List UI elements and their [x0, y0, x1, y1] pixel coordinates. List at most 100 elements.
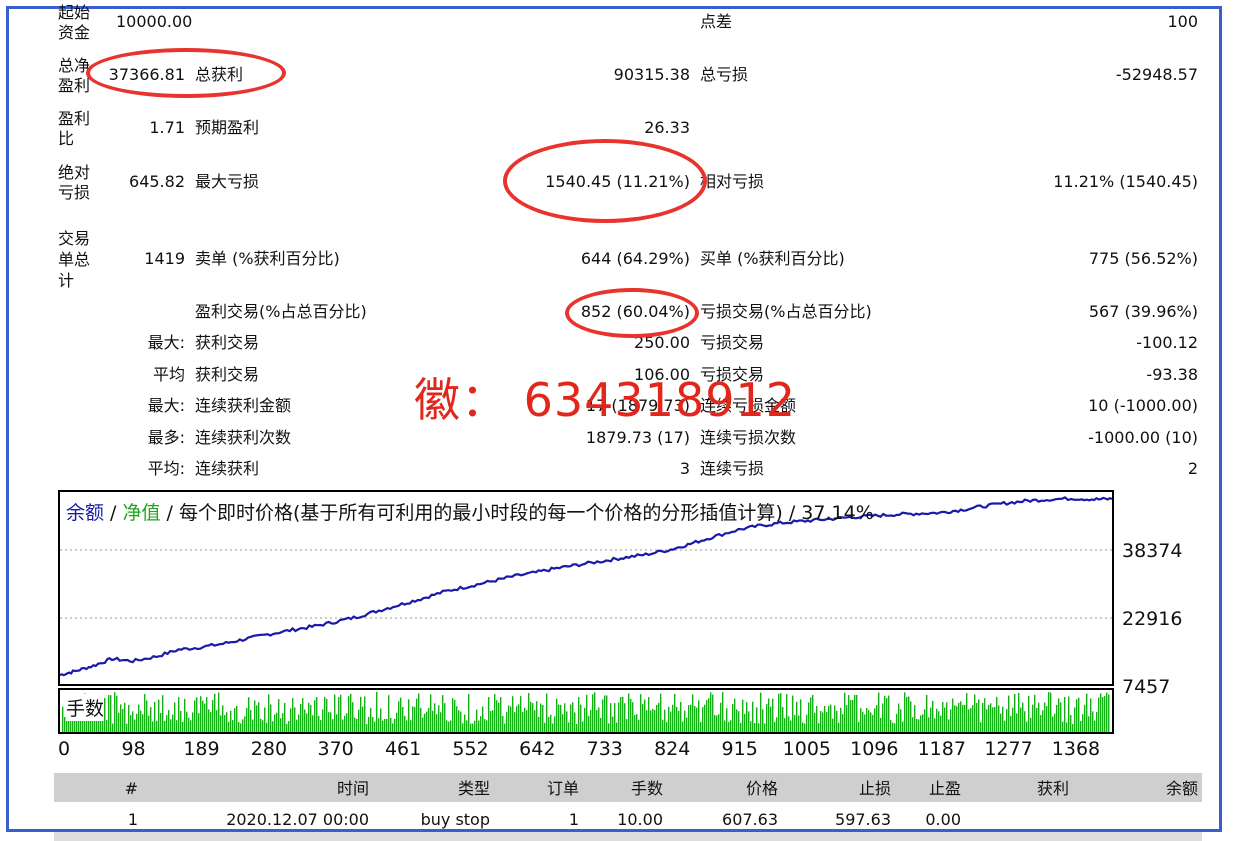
- volume-bar: [808, 702, 810, 732]
- volume-bar: [114, 692, 116, 732]
- volume-bar: [512, 696, 514, 732]
- largest-loss-value: -100.12: [1136, 333, 1198, 352]
- volume-bar: [566, 711, 568, 732]
- volume-bar: [288, 721, 290, 732]
- volume-bar: [862, 711, 864, 732]
- volume-bar: [616, 722, 618, 732]
- volume-bar: [492, 710, 494, 732]
- volume-bar: [1060, 702, 1062, 732]
- volume-bar: [920, 715, 922, 732]
- volume-bar: [468, 693, 470, 732]
- volume-bar: [208, 709, 210, 732]
- volume-bar: [516, 706, 518, 732]
- volume-bar: [978, 699, 980, 732]
- volume-bar: [842, 714, 844, 732]
- table-row-stripe: [54, 832, 1202, 841]
- spread-label: 点差: [700, 12, 733, 31]
- volume-bar: [412, 706, 414, 732]
- volume-bar: [900, 709, 902, 732]
- volume-bar: [216, 710, 218, 732]
- volume-bar: [510, 706, 512, 732]
- volume-bar: [888, 695, 890, 732]
- abs-drawdown-label-line1: 绝对: [58, 163, 91, 182]
- volume-bar: [838, 722, 840, 732]
- chart-legend: 余额 / 净值 / 每个即时价格(基于所有可利用的最小时段的每一个价格的分形插值…: [66, 498, 874, 525]
- volume-bar: [768, 698, 770, 732]
- volume-bar: [384, 718, 386, 732]
- volume-bar: [280, 718, 282, 732]
- volume-bar: [1040, 715, 1042, 732]
- volume-bar: [368, 716, 370, 732]
- volume-bar: [276, 712, 278, 732]
- profit-trades-label: 盈利交易(%占总百分比): [195, 302, 367, 321]
- volume-bar: [1010, 715, 1012, 732]
- volume-bar: [632, 702, 634, 732]
- volume-bar: [432, 710, 434, 732]
- max-consec-prefix: 最大:: [147, 396, 185, 415]
- volume-bar: [356, 719, 358, 732]
- volume-bar: [1068, 696, 1070, 732]
- volume-bar: [554, 716, 556, 732]
- maximal-consec-profit-label: 连续获利次数: [195, 428, 292, 447]
- volume-bar: [152, 721, 154, 732]
- volume-bar: [846, 705, 848, 732]
- volume-bar: [326, 698, 328, 732]
- volume-bar: [602, 699, 604, 732]
- volume-bar: [658, 702, 660, 732]
- volume-bar: [908, 696, 910, 732]
- volume-bar: [744, 713, 746, 732]
- largest-loss-label: 亏损交易: [700, 333, 765, 352]
- volume-bar: [724, 720, 726, 732]
- volume-bar: [886, 698, 888, 732]
- volume-bar: [1066, 722, 1068, 732]
- volume-bar: [382, 720, 384, 732]
- volume-bar: [830, 704, 832, 732]
- volume-bar: [164, 720, 166, 732]
- volume-bar: [416, 698, 418, 732]
- volume-bar: [522, 712, 524, 732]
- volume-bar: [742, 699, 744, 732]
- volume-bar: [988, 704, 990, 732]
- volume-bar: [540, 703, 542, 732]
- volume-bar: [836, 710, 838, 732]
- volume-bar: [392, 723, 394, 732]
- volume-bar: [696, 707, 698, 732]
- volume-bar: [126, 723, 128, 732]
- maximal-consec-loss-label: 连续亏损次数: [700, 428, 797, 447]
- volume-bar: [968, 709, 970, 732]
- volume-bar: [796, 701, 798, 732]
- volume-bar: [852, 699, 854, 732]
- volume-bar: [1102, 697, 1104, 732]
- volume-bar: [182, 721, 184, 732]
- volume-bar: [500, 697, 502, 732]
- volume-bar: [548, 716, 550, 732]
- col-header-balance: 余额: [1165, 779, 1198, 798]
- volume-bar: [928, 717, 930, 732]
- volume-bar: [878, 692, 880, 732]
- volume-bar: [620, 697, 622, 732]
- volume-bar: [160, 712, 162, 732]
- volume-bar: [594, 692, 596, 732]
- volume-bar: [932, 700, 934, 732]
- volume-bar: [876, 705, 878, 732]
- volume-bar: [656, 704, 658, 732]
- volume-bar: [754, 723, 756, 732]
- volume-bar: [906, 697, 908, 732]
- volume-bar: [444, 703, 446, 732]
- volume-bar: [1074, 707, 1076, 732]
- volume-bar: [650, 710, 652, 732]
- volume-bar: [1016, 713, 1018, 732]
- volume-bar: [748, 711, 750, 732]
- volume-bar: [174, 702, 176, 732]
- volume-bar: [1038, 702, 1040, 732]
- volume-bar: [934, 718, 936, 732]
- volume-bar: [232, 719, 234, 732]
- volume-bar: [394, 718, 396, 732]
- volume-bar: [910, 701, 912, 732]
- volume-bar: [914, 705, 916, 732]
- volume-bar: [694, 706, 696, 732]
- volume-bar: [1036, 708, 1038, 732]
- volume-bar: [252, 719, 254, 732]
- col-header-order: 订单: [546, 779, 579, 798]
- volume-bar: [942, 702, 944, 732]
